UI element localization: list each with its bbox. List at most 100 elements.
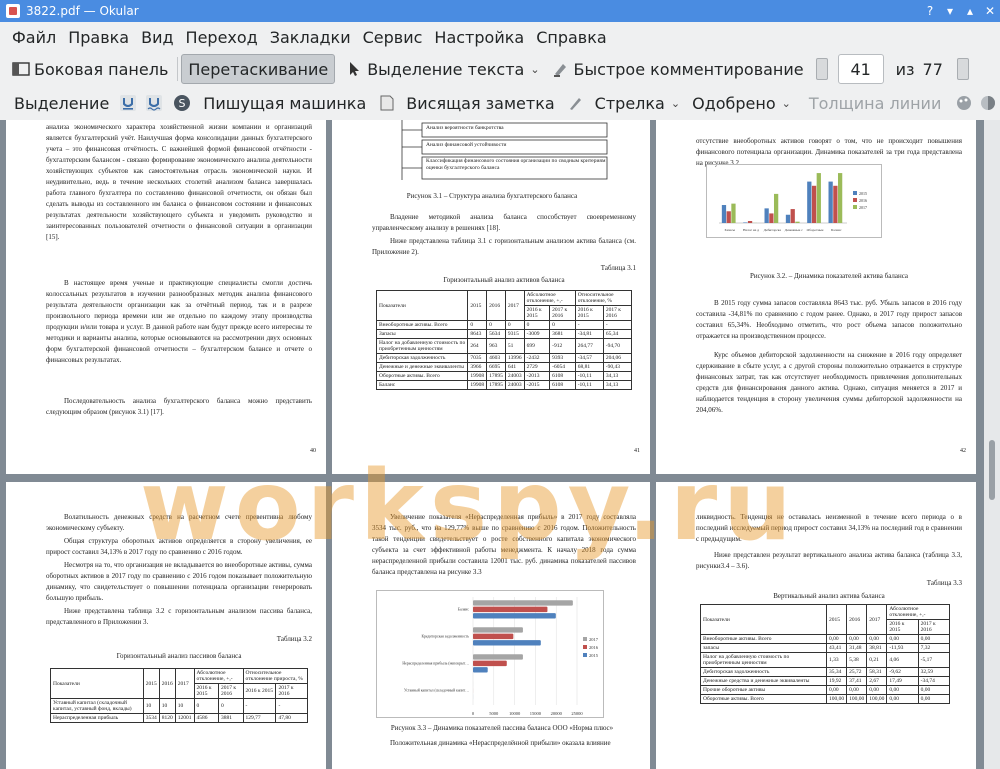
scrollbar-thumb[interactable] <box>989 440 995 500</box>
menu-edit[interactable]: Правка <box>62 28 135 47</box>
x-tick-label: Денежные с <box>785 228 803 232</box>
table-cell: Запасы <box>375 329 469 339</box>
table-cell: 0 <box>193 698 220 714</box>
previous-page-button[interactable] <box>815 58 828 80</box>
menu-bookmarks[interactable]: Закладки <box>264 28 357 47</box>
table-cell: 0,21 <box>866 652 888 668</box>
sidebar-button[interactable]: Боковая панель <box>6 54 174 84</box>
underline-icon[interactable] <box>119 94 137 112</box>
table-cell: -912 <box>549 338 576 354</box>
table-head-cell: 2015 <box>826 604 848 635</box>
x-tick-label: Запасы <box>724 228 735 232</box>
page-40-text-1: анализа экономического характера хозяйст… <box>46 123 312 241</box>
table-cell: 0,00 <box>826 634 848 644</box>
typewriter-label: Пишущая машинка <box>203 93 367 113</box>
separator <box>177 57 179 81</box>
table-row: Уставный капитал (складочный капитал, ус… <box>50 698 308 714</box>
squiggly-icon[interactable] <box>145 94 163 112</box>
chevron-down-icon[interactable]: ⌄ <box>530 63 539 76</box>
table-head-cell: Показатели <box>50 668 144 699</box>
drag-mode-label: Перетаскивание <box>188 59 329 79</box>
opacity-icon[interactable] <box>979 94 997 112</box>
table-cell: 51 <box>504 338 525 354</box>
menu-view[interactable]: Вид <box>135 28 179 47</box>
page-44-text-2: Положительная динамика «Нераспределённой… <box>390 739 611 747</box>
document-view[interactable]: анализа экономического характера хозяйст… <box>0 120 1000 769</box>
table-row: Запасы 8643 5634 9315 -3009 3681 -34,81 65,34 <box>375 329 633 339</box>
color-palette-icon[interactable] <box>955 94 973 112</box>
typewriter-button[interactable]: Пишущая машинка <box>197 88 372 118</box>
sticky-note-button[interactable]: Висящая заметка <box>400 88 560 118</box>
table-cell: 0 <box>549 320 576 330</box>
bar-2017-2 <box>473 654 523 660</box>
table-cell: 4,06 <box>886 652 919 668</box>
sticky-note-label: Висящая заметка <box>406 93 555 113</box>
menu-tools[interactable]: Сервис <box>357 28 429 47</box>
chevron-down-icon[interactable]: ⌄ <box>782 97 791 110</box>
table-cell: 7035 <box>467 353 488 363</box>
table-cell: -90,43 <box>602 362 633 372</box>
table-cell: 17895 <box>486 371 506 381</box>
chevron-down-icon[interactable]: ⌄ <box>671 97 680 110</box>
menu-settings[interactable]: Настройка <box>428 28 530 47</box>
bar-2015-0 <box>721 205 727 223</box>
table-cell: 0,00 <box>886 634 919 644</box>
page-45-text-2: Ниже представлен результат вертикального… <box>696 551 962 570</box>
table-cell: Нераспределенная прибыль <box>50 713 144 723</box>
table-cell: 264,77 <box>574 338 604 354</box>
table-cell: 5,38 <box>846 652 868 668</box>
table-3-3: Показатели 2015 2016 2017 Абсолютное отк… <box>699 604 951 704</box>
arrow-button[interactable]: Стрелка ⌄ <box>589 88 686 118</box>
next-page-button[interactable] <box>956 58 969 80</box>
table-cell: 5634 <box>486 329 506 339</box>
table-cell: 264 <box>467 338 488 354</box>
bar-2017-4 <box>816 173 821 223</box>
vertical-scrollbar[interactable] <box>984 120 1000 769</box>
sidebar-icon <box>12 60 30 78</box>
close-icon[interactable]: ✕ <box>980 0 1000 22</box>
table-cell: 32,59 <box>917 667 951 677</box>
highlight-button[interactable]: Выделение <box>8 88 115 118</box>
x-tick-label: Налог на д <box>743 228 759 232</box>
table-head-cell: 2016 <box>846 604 868 635</box>
quick-comment-button[interactable]: Быстрое комментирование <box>546 54 810 84</box>
table-cell: 0 <box>523 320 551 330</box>
stamp-button[interactable]: Одобрено ⌄ <box>686 88 797 118</box>
table-cell: 8643 <box>467 329 488 339</box>
table-row: Нераспределенная прибыль 3534 8120 12001 458… <box>50 713 308 723</box>
page-44: Увеличение показателя «Нераспределенная … <box>332 482 650 769</box>
highlighter-icon <box>552 60 570 78</box>
table-cell: 3534 <box>142 713 160 723</box>
page-of-label: из <box>895 59 915 79</box>
strikeout-icon[interactable]: S <box>173 94 191 112</box>
menu-go[interactable]: Переход <box>180 28 264 47</box>
legend-swatch <box>583 645 587 649</box>
text-select-label: Выделение текста <box>367 59 525 79</box>
page-43-text-1: Волатильность денежных средств на расчет… <box>46 513 312 532</box>
text-select-button[interactable]: Выделение текста ⌄ <box>339 54 545 84</box>
legend-label: 2017 <box>589 637 599 642</box>
menu-file[interactable]: Файл <box>6 28 62 47</box>
page-45: ликвидность. Тенденция не оставалась неи… <box>656 482 976 769</box>
table-3-1-title: Горизонтальный анализ активов баланса <box>443 276 565 284</box>
table-head-cell: Абсолютное отклонение, +,- <box>523 290 576 306</box>
page-40: анализа экономического характера хозяйст… <box>6 120 326 474</box>
drag-mode-button[interactable]: Перетаскивание <box>181 54 336 84</box>
legend-label: 2016 <box>589 645 599 650</box>
table-cell: Денежные средства и денежные эквиваленты <box>699 676 828 686</box>
line-width-button[interactable]: Толщина линии <box>803 88 948 118</box>
menu-help[interactable]: Справка <box>530 28 613 47</box>
x-tick-label: 5000 <box>489 711 499 716</box>
bar-2017-0 <box>731 203 736 223</box>
table-cell: 19,92 <box>826 676 848 686</box>
help-icon[interactable]: ? <box>920 0 940 22</box>
minimize-icon[interactable]: ▾ <box>940 0 960 22</box>
maximize-icon[interactable]: ▴ <box>960 0 980 22</box>
page-number-input[interactable]: 41 <box>837 54 884 84</box>
bar-2015-2 <box>764 208 769 223</box>
table-3-1-label: Таблица 3.1 <box>600 264 636 272</box>
table-cell: 100,00 <box>846 694 868 704</box>
y-tick-label: Кредиторская задолженность <box>421 635 469 639</box>
table-cell: 0,00 <box>917 694 951 704</box>
table-cell: -11,93 <box>886 643 919 653</box>
